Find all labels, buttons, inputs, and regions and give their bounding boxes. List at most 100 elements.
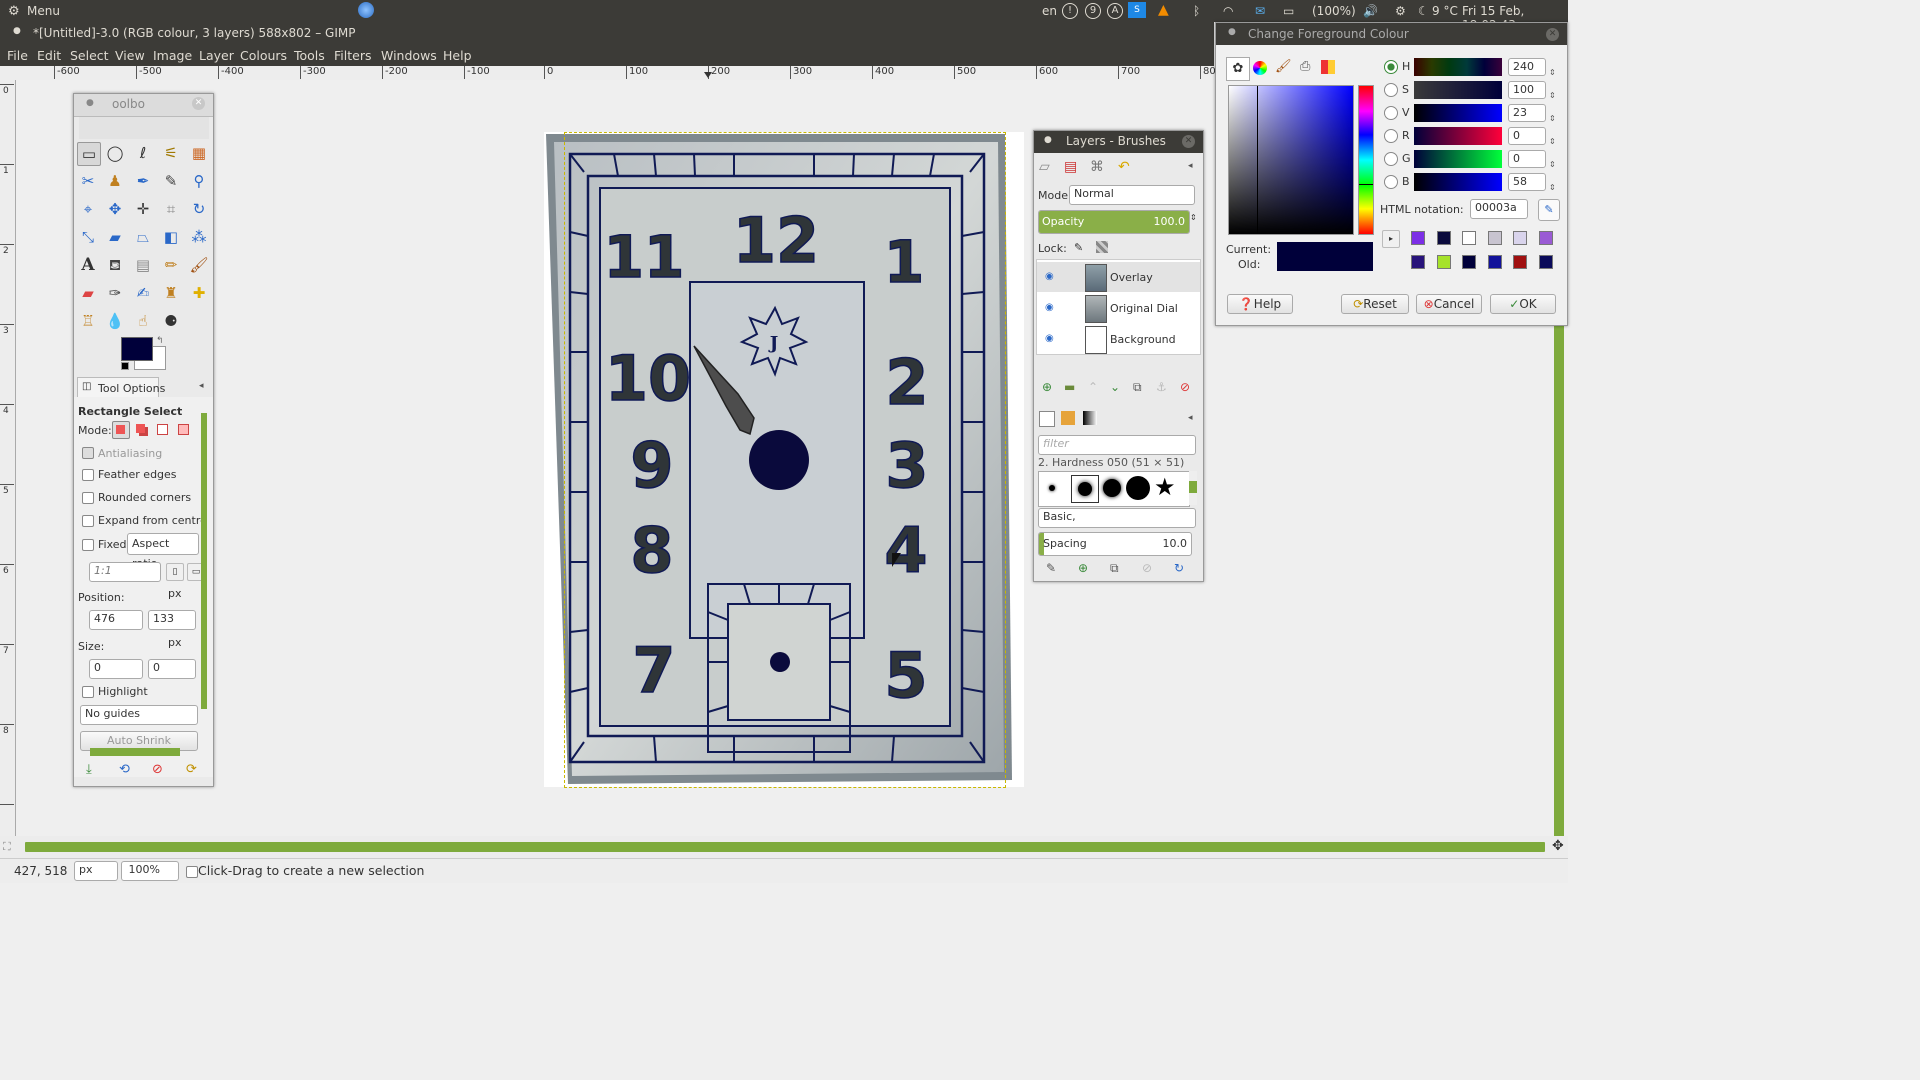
restore-tool-preset-icon[interactable]: ⟲ — [119, 762, 130, 777]
edit-brush-icon[interactable]: ✎ — [1046, 561, 1056, 575]
paths-tool-icon[interactable]: ✒ — [132, 170, 154, 192]
layer-row[interactable]: ◉ Original Dial — [1037, 293, 1200, 323]
battery-icon[interactable]: ▭ — [1283, 4, 1294, 18]
default-colors-icon[interactable] — [121, 362, 129, 370]
toolbox-menu-dot-icon[interactable]: ● — [86, 98, 94, 108]
vlc-icon[interactable]: ▲ — [1158, 2, 1169, 18]
size-w-input[interactable]: 0 — [89, 659, 143, 679]
history-color-swatch[interactable] — [1411, 255, 1425, 269]
ellipse-select-tool-icon[interactable]: ◯ — [104, 142, 126, 164]
flip-tool-icon[interactable]: ◧ — [160, 226, 182, 248]
dodge-burn-tool-icon[interactable]: ⚈ — [160, 310, 182, 332]
battery-percent[interactable]: (100%) — [1312, 4, 1356, 18]
horizontal-ruler[interactable]: -600 -500 -400 -300 -200 -100 0 100 200 … — [16, 66, 1222, 81]
aspect-ratio-input[interactable]: 1:1 — [89, 562, 161, 582]
channel-b-input[interactable]: 58 — [1508, 173, 1546, 191]
channel-v-slider[interactable] — [1414, 104, 1502, 122]
channel-s-radio[interactable] — [1384, 83, 1398, 97]
dialog-titlebar[interactable]: ● Change Foreground Colour ✕ — [1216, 23, 1567, 45]
channel-g-input[interactable]: 0 — [1508, 150, 1546, 168]
lock-pixels-icon[interactable]: ✎ — [1074, 241, 1083, 254]
opacity-slider[interactable]: Opacity 100.0 — [1038, 210, 1190, 234]
wilber-drop-area[interactable] — [79, 117, 209, 139]
brush-item-selected[interactable] — [1071, 475, 1099, 503]
channel-v-input[interactable]: 23 — [1508, 104, 1546, 122]
channel-r-radio[interactable] — [1384, 129, 1398, 143]
channel-s-slider[interactable] — [1414, 81, 1502, 99]
layer-name[interactable]: Background — [1110, 333, 1176, 346]
brush-item[interactable] — [1103, 479, 1121, 497]
position-unit-select[interactable]: px — [164, 586, 202, 606]
channel-spin-icons[interactable]: ⇕ ⇕ ⇕ ⇕ ⇕ ⇕ — [1549, 61, 1556, 199]
skype-icon[interactable]: S — [1128, 2, 1146, 18]
shear-tool-icon[interactable]: ▰ — [104, 226, 126, 248]
size-unit-select[interactable]: px — [164, 635, 202, 655]
size-h-input[interactable]: 0 — [148, 659, 196, 679]
channel-r-slider[interactable] — [1414, 127, 1502, 145]
guides-select[interactable]: No guides — [80, 705, 198, 725]
opacity-spin-icon[interactable]: ⇕ — [1190, 213, 1197, 222]
tool-options-scrollbar[interactable] — [201, 413, 207, 709]
foreground-color-swatch[interactable] — [121, 337, 153, 361]
keyboard-language[interactable]: en — [1042, 4, 1057, 18]
menu-layer[interactable]: Layer — [199, 48, 234, 63]
help-button[interactable]: ❓Help — [1227, 294, 1293, 314]
channel-g-slider[interactable] — [1414, 150, 1502, 168]
rect-select-tool-icon[interactable]: ▭ — [77, 142, 101, 166]
expand-from-centre-checkbox[interactable] — [82, 515, 94, 527]
toolbox-close-icon[interactable]: ✕ — [192, 97, 205, 110]
history-color-swatch[interactable] — [1487, 231, 1502, 245]
history-color-swatch[interactable] — [1513, 255, 1527, 269]
layers-close-icon[interactable]: ✕ — [1182, 135, 1195, 148]
menu-edit[interactable]: Edit — [37, 48, 61, 63]
bluetooth-icon[interactable]: ᛒ — [1193, 4, 1200, 18]
watercolor-selector-tab-icon[interactable]: 🖌 — [1275, 59, 1292, 74]
add-to-history-icon[interactable]: ▸ — [1382, 230, 1400, 248]
move-tool-icon[interactable]: ✥ — [104, 198, 126, 220]
wheel-selector-tab-icon[interactable] — [1253, 61, 1267, 75]
menu-gear-icon[interactable]: ⚙ — [8, 4, 20, 19]
channel-g-radio[interactable] — [1384, 152, 1398, 166]
clone-tool-icon[interactable]: ♜ — [160, 282, 182, 304]
select-by-color-tool-icon[interactable]: ▦ — [188, 142, 210, 164]
brush-filter-input[interactable]: filter — [1038, 435, 1196, 455]
cmyk-selector-tab-icon[interactable]: ⎙ — [1300, 59, 1310, 74]
fixed-checkbox[interactable] — [82, 539, 94, 551]
channel-h-radio[interactable] — [1384, 60, 1398, 74]
new-brush-icon[interactable]: ⊕ — [1078, 561, 1088, 575]
star-brush-icon[interactable]: ★ — [1154, 473, 1176, 501]
history-color-swatch[interactable] — [1487, 255, 1502, 269]
rounded-corners-checkbox[interactable] — [82, 492, 94, 504]
paintbrush-tool-icon[interactable]: 🖌 — [188, 254, 210, 276]
fixed-mode-select[interactable]: Aspect ratio — [127, 533, 199, 570]
tab-paths-icon[interactable]: ⌘ — [1090, 159, 1104, 175]
visibility-eye-icon[interactable]: ◉ — [1045, 333, 1054, 344]
antialiasing-checkbox[interactable] — [82, 447, 94, 459]
history-color-swatch[interactable] — [1436, 255, 1451, 269]
feather-edges-checkbox[interactable] — [82, 469, 94, 481]
channel-b-radio[interactable] — [1384, 175, 1398, 189]
menu-filters[interactable]: Filters — [334, 48, 371, 63]
history-color-swatch[interactable] — [1538, 255, 1553, 269]
cage-transform-tool-icon[interactable]: ⁂ — [188, 226, 210, 248]
channel-h-slider[interactable] — [1414, 58, 1502, 76]
tray-alert-icon[interactable]: ! — [1062, 3, 1078, 19]
menu-help[interactable]: Help — [443, 48, 472, 63]
dialog-close-icon[interactable]: ✕ — [1546, 28, 1559, 41]
weather-temperature[interactable]: 9 °C — [1432, 4, 1458, 18]
menu-tools[interactable]: Tools — [294, 48, 325, 63]
tool-options-hscrollbar[interactable] — [90, 748, 180, 756]
mode-replace-button[interactable] — [112, 421, 130, 439]
refresh-brushes-icon[interactable]: ↻ — [1174, 561, 1184, 575]
portrait-icon[interactable]: ▯ — [166, 563, 184, 581]
perspective-clone-tool-icon[interactable]: ♖ — [77, 310, 99, 332]
position-x-input[interactable]: 476 — [89, 610, 143, 630]
mode-add-button[interactable] — [133, 421, 149, 437]
tab-patterns-icon[interactable] — [1061, 411, 1075, 425]
horizontal-scrollbar[interactable] — [25, 842, 1545, 852]
color-picker-eyedropper-icon[interactable]: ✎ — [1538, 199, 1560, 221]
foreground-select-tool-icon[interactable]: ♟ — [104, 170, 126, 192]
navigate-icon[interactable]: ✥ — [1552, 838, 1564, 854]
layers-tab-menu-icon[interactable]: ◂ — [1188, 161, 1193, 171]
menu-file[interactable]: File — [7, 48, 28, 63]
